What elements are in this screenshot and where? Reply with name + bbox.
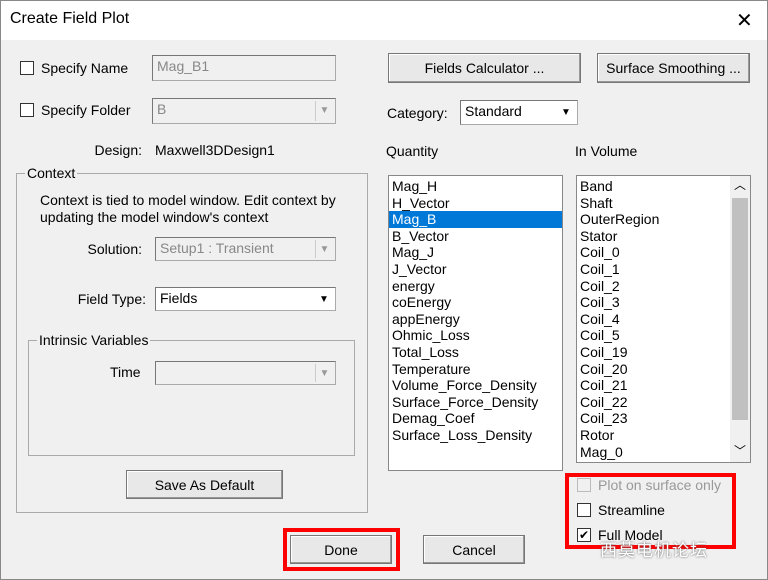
chevron-down-icon[interactable]: ﹀ bbox=[730, 442, 750, 462]
field-type-select[interactable]: Fields ▼ bbox=[155, 287, 336, 311]
dialog-title: Create Field Plot bbox=[10, 10, 130, 27]
specify-name-checkbox[interactable] bbox=[20, 61, 34, 75]
volume-item[interactable]: Coil_5 bbox=[577, 327, 731, 344]
plot-on-surface-label: Plot on surface only bbox=[598, 477, 721, 493]
quantity-item[interactable]: coEnergy bbox=[389, 294, 562, 311]
quantity-item[interactable]: Temperature bbox=[389, 361, 562, 378]
specify-folder-checkbox[interactable] bbox=[20, 103, 34, 117]
design-value: Maxwell3DDesign1 bbox=[155, 142, 275, 158]
specify-name-label: Specify Name bbox=[41, 60, 129, 76]
quantity-item[interactable]: B_Vector bbox=[389, 228, 562, 245]
cancel-button[interactable]: Cancel bbox=[423, 535, 525, 564]
intrinsic-variables-group: Intrinsic Variables bbox=[28, 332, 355, 456]
specify-folder-label: Specify Folder bbox=[41, 102, 131, 118]
volume-item[interactable]: Coil_22 bbox=[577, 394, 731, 411]
streamline-checkbox[interactable] bbox=[577, 503, 591, 517]
context-note-line1: Context is tied to model window. Edit co… bbox=[40, 192, 336, 208]
fields-calculator-button[interactable]: Fields Calculator ... bbox=[388, 53, 581, 83]
solution-value: Setup1 : Transient bbox=[160, 240, 274, 256]
plot-name-input[interactable]: Mag_B1 bbox=[152, 55, 336, 81]
field-type-value: Fields bbox=[160, 290, 198, 306]
volume-item[interactable]: Rotor bbox=[577, 427, 731, 444]
quantity-item[interactable]: appEnergy bbox=[389, 311, 562, 328]
field-type-label: Field Type: bbox=[77, 291, 146, 307]
chevron-down-icon: ▼ bbox=[315, 364, 333, 382]
volume-item[interactable]: Mag_0 bbox=[577, 444, 731, 461]
quantity-item[interactable]: Surface_Force_Density bbox=[389, 394, 562, 411]
solution-select[interactable]: Setup1 : Transient ▼ bbox=[155, 237, 336, 261]
surface-smoothing-button[interactable]: Surface Smoothing ... bbox=[597, 53, 750, 83]
chevron-down-icon: ▼ bbox=[561, 107, 571, 118]
volume-item[interactable]: Coil_23 bbox=[577, 410, 731, 427]
chevron-down-icon: ▼ bbox=[315, 101, 333, 121]
chevron-down-icon: ▼ bbox=[315, 240, 333, 258]
quantity-item[interactable]: H_Vector bbox=[389, 195, 562, 212]
volume-item[interactable]: OuterRegion bbox=[577, 211, 731, 228]
design-label: Design: bbox=[94, 142, 142, 158]
folder-value: B bbox=[157, 101, 167, 117]
context-note-line2: updating the model window's context bbox=[40, 209, 269, 225]
quantity-label: Quantity bbox=[386, 143, 439, 159]
volume-item[interactable]: Coil_19 bbox=[577, 344, 731, 361]
in-volume-label: In Volume bbox=[575, 143, 638, 159]
category-label: Category: bbox=[387, 105, 448, 121]
solution-label: Solution: bbox=[87, 241, 142, 257]
volume-item[interactable]: Coil_3 bbox=[577, 294, 731, 311]
context-title: Context bbox=[25, 165, 78, 181]
quantity-item[interactable]: Ohmic_Loss bbox=[389, 327, 562, 344]
quantity-item[interactable]: Demag_Coef bbox=[389, 410, 562, 427]
save-as-default-button[interactable]: Save As Default bbox=[126, 470, 283, 499]
plot-on-surface-checkbox[interactable] bbox=[577, 478, 591, 492]
streamline-label: Streamline bbox=[598, 502, 665, 518]
volume-item[interactable]: Shaft bbox=[577, 195, 731, 212]
quantity-item[interactable]: Volume_Force_Density bbox=[389, 377, 562, 394]
quantity-item[interactable]: Surface_Loss_Density bbox=[389, 427, 562, 444]
volume-item[interactable]: Coil_4 bbox=[577, 311, 731, 328]
quantity-item[interactable]: energy bbox=[389, 278, 562, 295]
time-select[interactable]: ▼ bbox=[155, 361, 336, 385]
volume-item[interactable]: Stator bbox=[577, 228, 731, 245]
in-volume-list[interactable]: Band Shaft OuterRegion Stator Coil_0 Coil_1 Co… bbox=[576, 175, 751, 463]
chevron-down-icon: ▼ bbox=[319, 294, 329, 305]
category-value: Standard bbox=[465, 103, 522, 119]
volume-item[interactable]: Band bbox=[577, 178, 731, 195]
volume-item[interactable]: Coil_21 bbox=[577, 377, 731, 394]
quantity-item[interactable]: Mag_B bbox=[389, 211, 562, 228]
quantity-item[interactable]: Total_Loss bbox=[389, 344, 562, 361]
intrinsic-variables-title: Intrinsic Variables bbox=[37, 332, 151, 348]
chevron-up-icon[interactable]: ︿ bbox=[730, 176, 750, 196]
volume-item[interactable]: Coil_20 bbox=[577, 361, 731, 378]
volume-item[interactable]: Coil_2 bbox=[577, 278, 731, 295]
scrollbar-thumb[interactable] bbox=[732, 198, 748, 420]
scrollbar[interactable]: ︿ ﹀ bbox=[730, 176, 750, 462]
quantity-list[interactable]: Mag_H H_Vector Mag_B B_Vector Mag_J J_Vector e… bbox=[388, 175, 563, 471]
quantity-item[interactable]: Mag_J bbox=[389, 244, 562, 261]
folder-select[interactable]: B ▼ bbox=[152, 98, 336, 124]
full-model-checkbox[interactable]: ✔ bbox=[577, 528, 591, 542]
volume-item[interactable]: Coil_1 bbox=[577, 261, 731, 278]
done-button[interactable]: Done bbox=[290, 535, 392, 564]
close-icon[interactable]: ✕ bbox=[736, 8, 753, 33]
watermark: 西莫电机论坛 bbox=[600, 541, 708, 560]
quantity-item[interactable]: J_Vector bbox=[389, 261, 562, 278]
category-select[interactable]: Standard ▼ bbox=[460, 100, 578, 125]
volume-item[interactable]: InnerRegion bbox=[577, 460, 731, 462]
time-label: Time bbox=[110, 364, 141, 380]
quantity-item[interactable]: Mag_H bbox=[389, 178, 562, 195]
volume-item[interactable]: Coil_0 bbox=[577, 244, 731, 261]
